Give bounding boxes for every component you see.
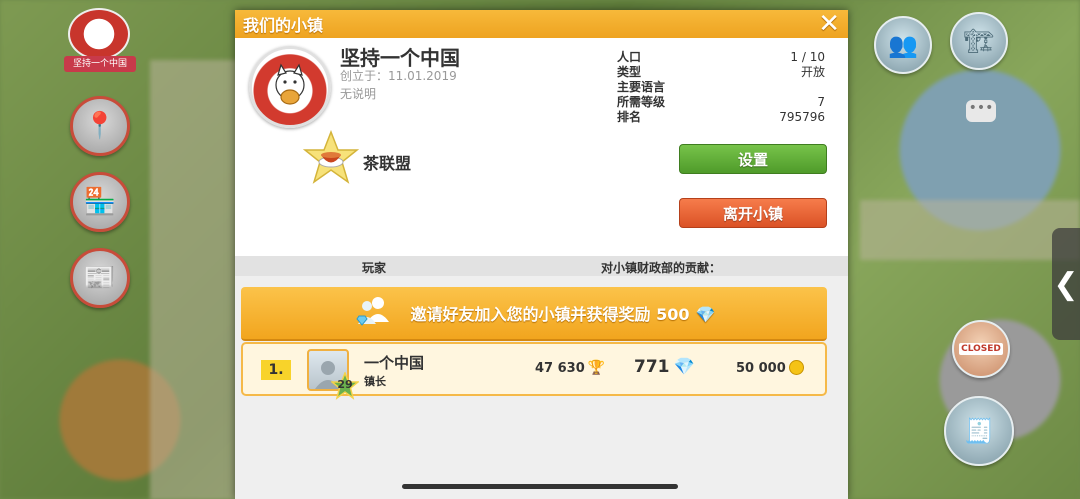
shop-button[interactable]: 🏪 [70,172,130,232]
stat-language: 主要语言 [617,80,666,94]
news-button[interactable]: 📰 [70,248,130,308]
column-contribution: 对小镇财政部的贡献： [601,261,722,275]
dialog-header: 我们的小镇 ✕ [235,10,848,38]
town-dialog: 我们的小镇 ✕ 坚持一个中国 创立于：11.01.2019 无说明 人口 1 / … [235,10,848,499]
player-trophies: 47 630 🏆 [535,360,606,376]
balloon-button[interactable]: CLOSED [952,320,1010,378]
player-name: 一个中国 [364,354,425,372]
stat-population: 人口 1 / 10 [617,50,825,64]
town-info-panel: 坚持一个中国 创立于：11.01.2019 无说明 人口 1 / 10 类型 开放 … [235,38,848,256]
newspaper-icon: 📰 [83,263,117,293]
chat-icon: ••• [968,100,994,116]
town-description: 无说明 [340,87,377,101]
player-level: 29 [337,378,353,391]
home-indicator[interactable] [402,484,678,489]
invite-friends-icon [353,294,393,333]
trophy-icon: 🏆 [587,360,606,376]
members-column-header: 玩家 对小镇财政部的贡献： [235,256,848,276]
build-button[interactable]: 🏗 [950,12,1008,70]
close-button[interactable]: ✕ [818,10,840,38]
gem-icon: 💎 [695,305,716,324]
alliance-name: 茶联盟 [363,154,412,173]
stat-type: 类型 开放 [617,65,825,79]
cash-register-icon: 🧾 [964,417,994,445]
map-pin-button[interactable]: 📍 [70,96,130,156]
building-icon: 🏗 [963,27,995,55]
map-pin-icon: 📍 [83,111,117,141]
background-road [150,60,240,499]
town-name-badge: 坚持一个中国 [64,56,136,72]
gem-icon: 💎 [673,357,695,377]
town-created-date: 创立于：11.01.2019 [340,69,457,83]
coin-icon [788,360,804,375]
stat-required-level: 所需等级 7 [617,95,825,109]
settings-button[interactable]: 设置 [679,144,827,174]
side-panel-toggle[interactable]: ❮ [1052,228,1080,340]
player-coins: 50 000 [736,360,804,376]
invite-text: 邀请好友加入您的小镇并获得奖励 500 💎 [410,305,716,324]
cash-register-button[interactable]: 🧾 [944,396,1014,466]
chevron-left-icon: ❮ [1053,266,1079,302]
rank-badge: 1. [261,360,291,380]
dialog-title: 我们的小镇 [243,16,324,35]
background-road [860,200,1080,260]
town-avatar-button[interactable] [68,8,130,60]
closed-sign: CLOSED [959,343,1003,355]
column-player: 玩家 [362,261,387,275]
town-stats: 人口 1 / 10 类型 开放 主要语言 所需等级 7 排名 795796 [617,50,825,125]
leave-town-button[interactable]: 离开小镇 [679,198,827,228]
friends-icon: 👥 [888,31,918,59]
lucky-cat-icon [275,63,305,105]
player-gems: 771 💎 [634,357,695,377]
friends-button[interactable]: 👥 [874,16,932,74]
stat-rank: 排名 795796 [617,110,825,124]
town-emblem [249,46,331,128]
shop-icon: 🏪 [83,187,117,217]
tea-cup-icon [303,130,359,186]
member-row[interactable]: 1. 29 一个中国 镇长 47 630 🏆 771 💎 50 000 [241,342,827,400]
player-role: 镇长 [364,375,386,388]
chat-button[interactable]: ••• [966,100,996,122]
invite-friends-banner[interactable]: 邀请好友加入您的小镇并获得奖励 500 💎 [241,287,827,341]
